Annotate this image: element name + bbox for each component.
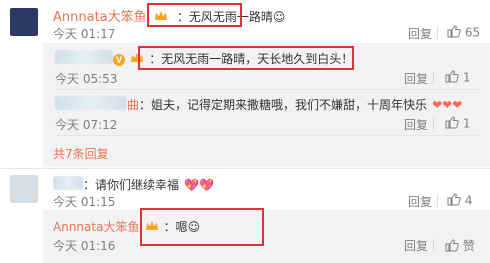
reply-button[interactable]: 回复: [404, 116, 428, 133]
reply-text: ：姐夫，记得定期来撒糖哦，我们不嫌甜，十周年快乐: [139, 98, 428, 112]
username-link[interactable]: Annnata大笨鱼: [53, 10, 147, 24]
like-button[interactable]: 4: [447, 193, 472, 209]
verified-v-icon: V: [113, 54, 125, 66]
thumbs-up-icon: [445, 70, 459, 86]
thumbs-up-icon: [445, 238, 459, 255]
reply-username-suffix[interactable]: 曲: [127, 98, 139, 112]
action-divider: [437, 27, 438, 39]
thumbs-up-icon: [445, 116, 459, 132]
reply-divider: [55, 135, 480, 136]
timestamp: 今天 01:17: [53, 27, 116, 41]
like-count: 1: [462, 70, 471, 85]
avatar[interactable]: [10, 8, 38, 36]
highlight-box: [140, 208, 264, 246]
reply-divider: [55, 89, 480, 90]
like-button[interactable]: 65: [447, 25, 480, 41]
reply-timestamp: 今天 01:16: [53, 239, 116, 253]
like-count: 1: [462, 116, 471, 131]
thumbs-up-icon: [447, 193, 461, 209]
thumbs-up-icon: [447, 25, 461, 41]
highlight-box: [138, 46, 354, 70]
reply-username[interactable]: Annnata大笨鱼: [53, 220, 139, 234]
comment-divider: [0, 168, 490, 169]
like-button[interactable]: 赞: [445, 237, 475, 255]
comment-header: ：请你们继续幸福 💖💖: [83, 174, 214, 193]
timestamp: 今天 01:15: [53, 195, 116, 209]
action-divider: [437, 195, 438, 207]
like-button[interactable]: 1: [445, 70, 470, 86]
reply-timestamp: 今天 07:12: [55, 118, 118, 132]
hearts-icon: 💖💖: [184, 177, 214, 192]
reply-button[interactable]: 回复: [408, 193, 432, 210]
reply-button[interactable]: 回复: [404, 237, 428, 254]
comment-text: ：请你们继续幸福: [83, 178, 180, 192]
reply-username[interactable]: [55, 96, 127, 110]
like-button[interactable]: 1: [445, 116, 470, 132]
heart-icon: ❤❤❤: [432, 98, 463, 112]
highlight-box: [147, 3, 242, 27]
reply-header: 曲：姐夫，记得定期来撒糖哦，我们不嫌甜，十周年快乐 ❤❤❤: [127, 94, 462, 113]
action-divider: [433, 118, 434, 130]
action-divider: [433, 239, 434, 251]
reply-timestamp: 今天 05:53: [55, 72, 118, 86]
reply-button[interactable]: 回复: [408, 25, 432, 42]
avatar[interactable]: [10, 175, 38, 203]
like-label: 赞: [462, 239, 475, 253]
username-link[interactable]: [53, 176, 83, 190]
like-count: 65: [464, 25, 481, 40]
reply-button[interactable]: 回复: [404, 70, 428, 87]
action-divider: [433, 72, 434, 84]
reply-username[interactable]: [55, 50, 113, 64]
more-replies-link[interactable]: 共7条回复: [53, 145, 109, 162]
like-count: 4: [464, 193, 473, 208]
